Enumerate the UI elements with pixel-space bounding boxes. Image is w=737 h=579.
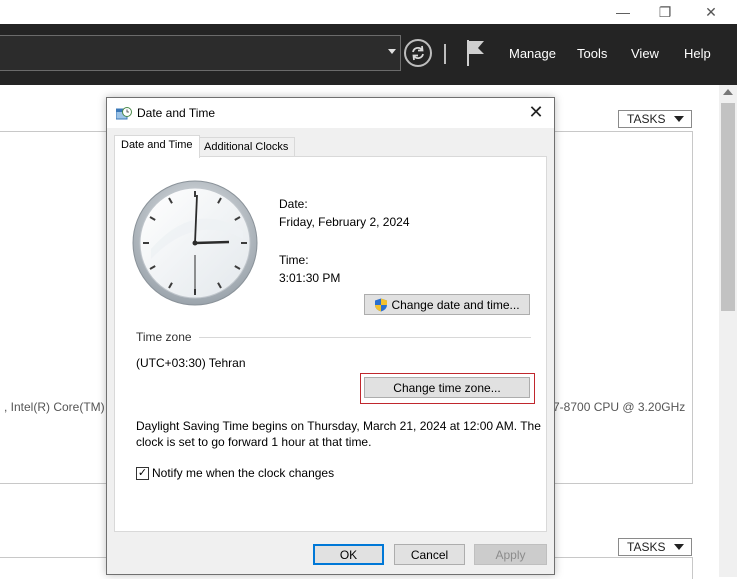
notifications-flag-icon[interactable] — [466, 40, 486, 66]
date-time-app-icon — [116, 107, 132, 120]
refresh-arrows-icon — [412, 45, 424, 61]
tab-additional-clocks[interactable]: Additional Clocks — [197, 137, 296, 158]
apply-button[interactable]: Apply — [474, 544, 547, 565]
dst-info-line2: clock is set to go forward 1 hour at tha… — [136, 435, 372, 449]
cancel-button[interactable]: Cancel — [394, 544, 465, 565]
change-date-time-button[interactable]: Change date and time... — [364, 294, 530, 315]
tab-date-and-time[interactable]: Date and Time — [114, 135, 200, 158]
chevron-down-icon — [674, 544, 684, 550]
change-timezone-button[interactable]: Change time zone... — [364, 377, 530, 398]
dialog-close-button[interactable]: ✕ — [526, 102, 546, 122]
date-label: Date: — [279, 197, 308, 211]
scroll-up-icon[interactable] — [723, 89, 733, 95]
server-manager-toolbar: Manage Tools View Help — [0, 24, 737, 85]
restore-button[interactable]: ❐ — [648, 0, 682, 24]
uac-shield-icon — [375, 298, 388, 311]
analog-clock-icon — [132, 180, 258, 306]
breadcrumb-bar[interactable] — [0, 35, 401, 71]
tasks-dropdown-top[interactable]: TASKS — [618, 110, 692, 128]
time-value: 3:01:30 PM — [279, 271, 341, 285]
menu-manage[interactable]: Manage — [509, 46, 556, 61]
refresh-icon[interactable] — [404, 39, 432, 67]
notify-checkbox[interactable]: ✓ — [136, 467, 149, 480]
date-value: Friday, February 2, 2024 — [279, 215, 410, 229]
notify-label: Notify me when the clock changes — [152, 466, 335, 480]
window-close-button[interactable]: ✕ — [694, 0, 728, 24]
tasks-dropdown-bottom[interactable]: TASKS — [618, 538, 692, 556]
menu-view[interactable]: View — [631, 46, 659, 61]
ok-button[interactable]: OK — [313, 544, 384, 565]
timezone-value: (UTC+03:30) Tehran — [136, 356, 246, 370]
menu-tools[interactable]: Tools — [577, 46, 607, 61]
cpu-info-right: 7-8700 CPU @ 3.20GHz — [553, 400, 686, 414]
dialog-titlebar: Date and Time ✕ — [107, 98, 554, 128]
vertical-scrollbar[interactable] — [719, 85, 737, 577]
menu-help[interactable]: Help — [684, 46, 711, 61]
timezone-divider — [199, 337, 531, 338]
minimize-button[interactable]: — — [606, 0, 640, 24]
dst-info-line1: Daylight Saving Time begins on Thursday,… — [136, 419, 541, 433]
chevron-down-icon[interactable] — [388, 49, 396, 54]
chevron-down-icon — [674, 116, 684, 122]
dialog-title: Date and Time — [137, 106, 216, 120]
scroll-thumb[interactable] — [721, 103, 735, 311]
time-label: Time: — [279, 253, 309, 267]
cpu-info-left: , Intel(R) Core(TM) i7 — [4, 400, 118, 414]
tab-panel: Date: Friday, February 2, 2024 Time: 3:0… — [114, 156, 547, 532]
date-time-dialog: Date and Time ✕ Date and Time Additional… — [106, 97, 555, 575]
timezone-group-label: Time zone — [136, 330, 192, 344]
toolbar-separator — [444, 44, 446, 64]
window-titlebar: — ❐ ✕ — [0, 0, 737, 24]
